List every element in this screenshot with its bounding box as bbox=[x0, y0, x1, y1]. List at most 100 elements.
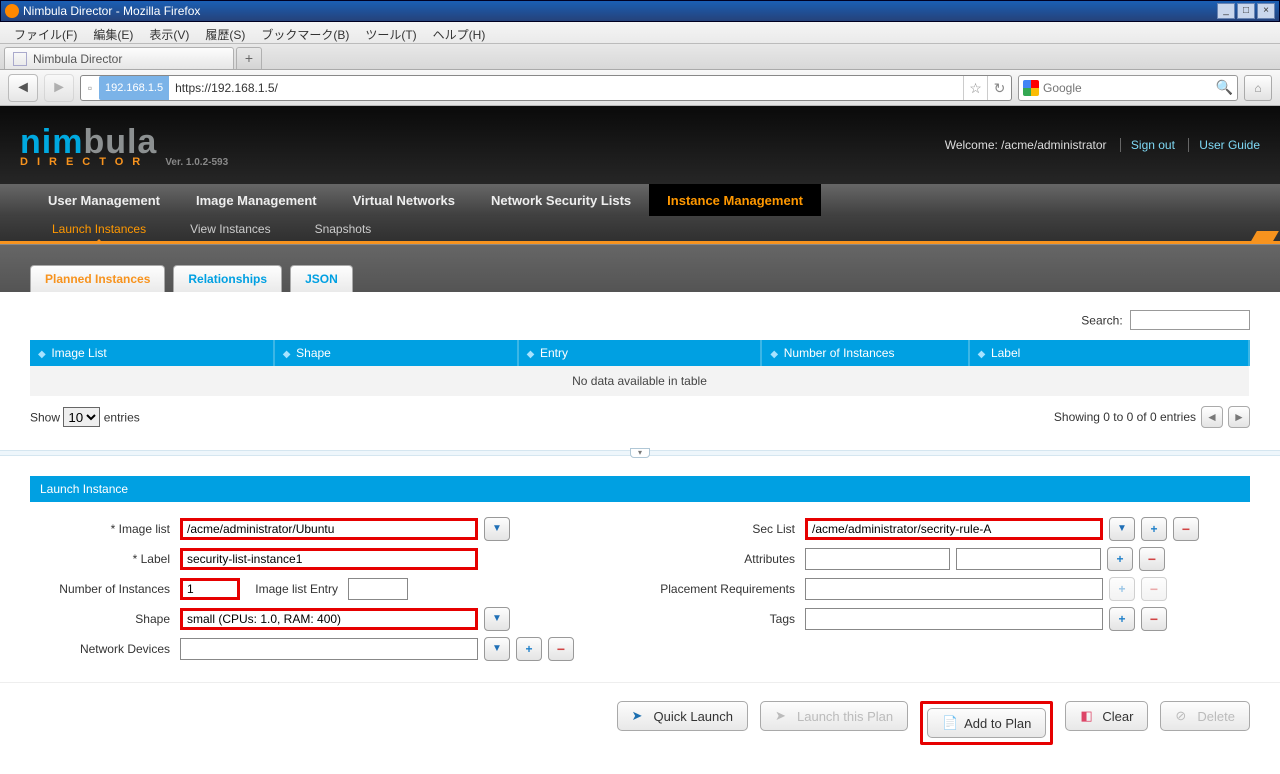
logo-subtitle: DIRECTOR bbox=[20, 156, 149, 168]
tags-input[interactable] bbox=[805, 608, 1103, 630]
version-label: Ver. 1.0.2-593 bbox=[165, 157, 228, 168]
table-search-input[interactable] bbox=[1130, 310, 1250, 330]
image-list-input[interactable] bbox=[180, 518, 478, 540]
back-button[interactable]: ◄ bbox=[8, 74, 38, 102]
page-icon bbox=[13, 52, 27, 66]
seclist-input[interactable] bbox=[805, 518, 1103, 540]
nodata-cell: No data available in table bbox=[30, 366, 1249, 396]
menu-history[interactable]: 履歴(S) bbox=[197, 22, 253, 43]
search-input[interactable] bbox=[1043, 81, 1216, 95]
nav-user-management[interactable]: User Management bbox=[30, 184, 178, 216]
col-num-instances[interactable]: Number of Instances bbox=[761, 340, 968, 366]
subnav-snapshots[interactable]: Snapshots bbox=[293, 216, 394, 241]
prev-page-button[interactable]: ◄ bbox=[1201, 406, 1223, 428]
show-label: Show bbox=[30, 411, 60, 425]
tab-planned-instances[interactable]: Planned Instances bbox=[30, 265, 165, 292]
tags-remove-button[interactable]: − bbox=[1141, 607, 1167, 631]
next-page-button[interactable]: ► bbox=[1228, 406, 1250, 428]
rocket-icon: ➤ bbox=[632, 708, 648, 724]
pager-info: Showing 0 to 0 of 0 entries bbox=[1054, 410, 1196, 424]
placement-input[interactable] bbox=[805, 578, 1103, 600]
shape-input[interactable] bbox=[180, 608, 478, 630]
seclist-remove-button[interactable]: − bbox=[1173, 517, 1199, 541]
menu-edit[interactable]: 編集(E) bbox=[85, 22, 141, 43]
netdev-dropdown[interactable]: ▼ bbox=[484, 637, 510, 661]
seclist-label: Sec List bbox=[655, 522, 805, 536]
col-label[interactable]: Label bbox=[969, 340, 1249, 366]
user-guide-link[interactable]: User Guide bbox=[1188, 138, 1260, 152]
delete-label: Delete bbox=[1197, 709, 1235, 724]
attr-value-input[interactable] bbox=[956, 548, 1101, 570]
add-to-plan-label: Add to Plan bbox=[964, 716, 1031, 731]
attr-remove-button[interactable]: − bbox=[1139, 547, 1165, 571]
action-bar: ➤ Quick Launch ➤ Launch this Plan 📄 Add … bbox=[0, 682, 1280, 763]
menu-view[interactable]: 表示(V) bbox=[141, 22, 197, 43]
search-label: Search: bbox=[1081, 314, 1122, 328]
shape-label: Shape bbox=[30, 612, 180, 626]
col-entry[interactable]: Entry bbox=[518, 340, 762, 366]
reload-button[interactable]: ↻ bbox=[987, 76, 1011, 100]
browser-tab[interactable]: Nimbula Director bbox=[4, 47, 234, 69]
instances-table: Image List Shape Entry Number of Instanc… bbox=[30, 340, 1250, 396]
seclist-dropdown[interactable]: ▼ bbox=[1109, 517, 1135, 541]
welcome-text: Welcome: /acme/administrator bbox=[945, 138, 1107, 152]
clear-label: Clear bbox=[1102, 709, 1133, 724]
maximize-button[interactable]: □ bbox=[1237, 3, 1255, 19]
subnav-view-instances[interactable]: View Instances bbox=[168, 216, 293, 241]
close-button[interactable]: × bbox=[1257, 3, 1275, 19]
browser-navbar: ◄ ► ▫ 192.168.1.5 https://192.168.1.5/ ☆… bbox=[0, 70, 1280, 106]
signout-link[interactable]: Sign out bbox=[1120, 138, 1175, 152]
home-button[interactable]: ⌂ bbox=[1244, 75, 1272, 101]
menu-help[interactable]: ヘルプ(H) bbox=[425, 22, 494, 43]
primary-nav: User Management Image Management Virtual… bbox=[0, 184, 1280, 216]
entries-label: entries bbox=[104, 411, 140, 425]
tab-relationships[interactable]: Relationships bbox=[173, 265, 282, 292]
logo: nimbula DIRECTOR Ver. 1.0.2-593 bbox=[20, 123, 228, 168]
label-input[interactable] bbox=[180, 548, 478, 570]
splitter-handle[interactable]: ▾ bbox=[630, 448, 650, 458]
tab-json[interactable]: JSON bbox=[290, 265, 353, 292]
forward-button[interactable]: ► bbox=[44, 74, 74, 102]
search-icon[interactable]: 🔍 bbox=[1216, 79, 1233, 96]
netdev-add-button[interactable]: + bbox=[516, 637, 542, 661]
subnav-launch-instances[interactable]: Launch Instances bbox=[30, 216, 168, 241]
clear-button[interactable]: ◧ Clear bbox=[1065, 701, 1148, 731]
attr-add-button[interactable]: + bbox=[1107, 547, 1133, 571]
nav-virtual-networks[interactable]: Virtual Networks bbox=[335, 184, 473, 216]
col-image-list[interactable]: Image List bbox=[30, 340, 274, 366]
menu-tools[interactable]: ツール(T) bbox=[357, 22, 424, 43]
add-to-plan-button[interactable]: 📄 Add to Plan bbox=[927, 708, 1046, 738]
sort-icon bbox=[527, 346, 537, 360]
firefox-icon bbox=[5, 4, 19, 18]
nav-image-management[interactable]: Image Management bbox=[178, 184, 335, 216]
menu-file[interactable]: ファイル(F) bbox=[6, 22, 85, 43]
menu-bookmarks[interactable]: ブックマーク(B) bbox=[253, 22, 357, 43]
content-tabs: Planned Instances Relationships JSON bbox=[0, 244, 1280, 292]
nav-network-security[interactable]: Network Security Lists bbox=[473, 184, 649, 216]
shape-dropdown[interactable]: ▼ bbox=[484, 607, 510, 631]
attr-key-input[interactable] bbox=[805, 548, 950, 570]
quick-launch-button[interactable]: ➤ Quick Launch bbox=[617, 701, 749, 731]
entry-input[interactable] bbox=[348, 578, 408, 600]
netdev-input[interactable] bbox=[180, 638, 478, 660]
secondary-nav: Launch Instances View Instances Snapshot… bbox=[0, 216, 1280, 244]
placement-remove-button: − bbox=[1141, 577, 1167, 601]
image-list-dropdown[interactable]: ▼ bbox=[484, 517, 510, 541]
nav-instance-management[interactable]: Instance Management bbox=[649, 184, 821, 216]
tags-add-button[interactable]: + bbox=[1109, 607, 1135, 631]
new-tab-button[interactable]: + bbox=[236, 47, 262, 69]
netdev-remove-button[interactable]: − bbox=[548, 637, 574, 661]
label-label: * Label bbox=[30, 552, 180, 566]
sort-icon bbox=[770, 346, 780, 360]
urlbar[interactable]: ▫ 192.168.1.5 https://192.168.1.5/ ☆ ↻ bbox=[80, 75, 1012, 101]
site-identity[interactable]: 192.168.1.5 bbox=[99, 76, 169, 100]
num-instances-input[interactable] bbox=[180, 578, 240, 600]
bookmark-star-icon[interactable]: ☆ bbox=[963, 76, 987, 100]
entries-select[interactable]: 10 bbox=[63, 407, 100, 427]
splitter[interactable]: ▾ bbox=[0, 450, 1280, 456]
minimize-button[interactable]: _ bbox=[1217, 3, 1235, 19]
seclist-add-button[interactable]: + bbox=[1141, 517, 1167, 541]
add-to-plan-highlight: 📄 Add to Plan bbox=[920, 701, 1053, 745]
col-shape[interactable]: Shape bbox=[274, 340, 518, 366]
search-box[interactable]: 🔍 bbox=[1018, 75, 1238, 101]
